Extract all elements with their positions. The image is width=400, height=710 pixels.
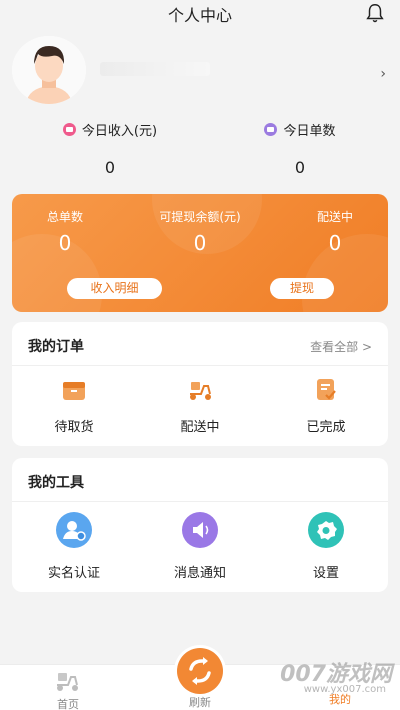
my-orders-card: 我的订单 查看全部 > 待取货 配送中 已完成: [12, 322, 388, 446]
watermark-url: www.yx007.com: [303, 684, 386, 695]
tool-message-notification[interactable]: 消息通知: [140, 512, 260, 581]
scooter-icon: [187, 378, 213, 402]
orders-item-label: 配送中: [180, 420, 220, 435]
gear-icon: [308, 512, 344, 548]
orders-icon: [264, 123, 278, 136]
avatar[interactable]: [12, 36, 86, 104]
refresh-label: 刷新: [189, 696, 211, 709]
income-detail-button[interactable]: 收入明细: [67, 278, 162, 299]
tab-home-label: 首页: [57, 698, 79, 710]
wallet-icon: [62, 123, 76, 136]
today-orders-value: 0: [294, 158, 306, 177]
scooter-icon: [57, 673, 78, 691]
refresh-icon: [189, 657, 211, 685]
header: 个人中心: [0, 0, 400, 30]
page-title: 个人中心: [167, 6, 232, 25]
withdrawable-label: 可提现余额(元): [159, 210, 241, 224]
withdrawable-balance: 可提现余额(元) 0: [140, 208, 260, 255]
tab-home[interactable]: 首页: [46, 671, 90, 710]
today-stats: 今日收入(元) 0 今日单数 0: [0, 120, 400, 180]
tool-real-name-verification[interactable]: 实名认证: [14, 512, 134, 581]
bell-icon[interactable]: [364, 2, 386, 24]
orders-item-delivering[interactable]: 配送中: [140, 378, 260, 435]
tool-label: 实名认证: [47, 566, 100, 581]
tool-label: 消息通知: [173, 566, 226, 581]
orders-item-completed[interactable]: 已完成: [266, 378, 386, 435]
total-orders-label: 总单数: [46, 210, 83, 224]
total-orders: 总单数 0: [30, 208, 100, 255]
today-income-label: 今日收入(元): [81, 124, 158, 139]
today-income: 今日收入(元) 0: [10, 120, 210, 177]
tool-settings[interactable]: 设置: [266, 512, 386, 581]
today-orders-label: 今日单数: [283, 124, 336, 139]
today-orders: 今日单数 0: [200, 120, 400, 177]
my-tools-card: 我的工具 实名认证 消息通知 设置: [12, 458, 388, 592]
my-tools-title: 我的工具: [28, 475, 84, 491]
profile-name-blurred: [100, 62, 210, 76]
orders-item-label: 待取货: [54, 420, 94, 435]
refresh-button[interactable]: [177, 648, 223, 694]
chevron-right-icon[interactable]: ›: [380, 66, 386, 82]
delivering-value: 0: [328, 231, 342, 255]
check-document-icon: [313, 378, 339, 402]
withdrawable-value: 0: [193, 231, 207, 255]
user-verify-icon: [56, 512, 92, 548]
delivering: 配送中 0: [300, 208, 370, 255]
withdraw-button[interactable]: 提现: [270, 278, 334, 299]
profile-row[interactable]: ›: [0, 36, 400, 108]
delivering-label: 配送中: [316, 210, 353, 224]
speaker-icon: [182, 512, 218, 548]
tool-label: 设置: [312, 566, 339, 581]
orders-item-label: 已完成: [306, 420, 346, 435]
package-icon: [61, 378, 87, 402]
earnings-summary-card: 总单数 0 可提现余额(元) 0 配送中 0 收入明细 提现: [12, 194, 388, 312]
total-orders-value: 0: [58, 231, 72, 255]
my-orders-title: 我的订单: [28, 339, 84, 355]
view-all-orders-link[interactable]: 查看全部 >: [310, 338, 372, 355]
today-income-value: 0: [104, 158, 116, 177]
orders-item-pending-pickup[interactable]: 待取货: [14, 378, 134, 435]
